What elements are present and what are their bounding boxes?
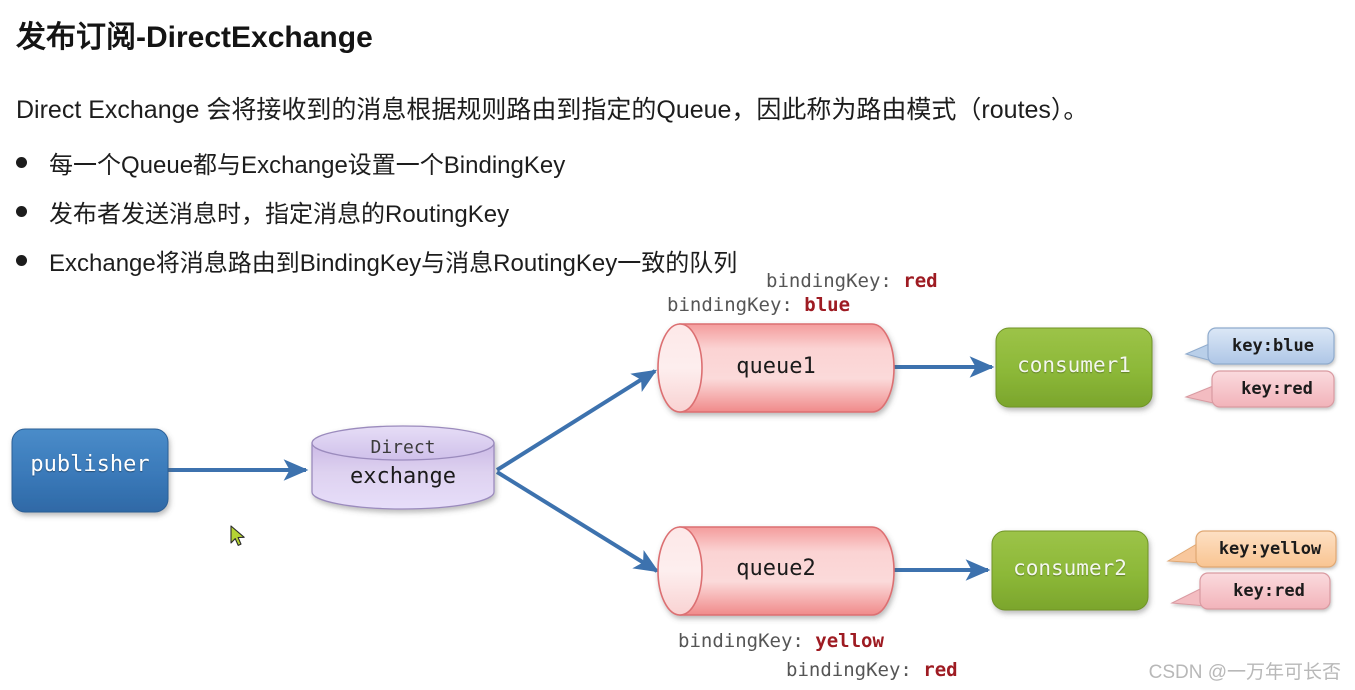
bullet-dot-icon — [16, 206, 27, 217]
bullet-text: 每一个Queue都与Exchange设置一个BindingKey — [49, 152, 566, 179]
callout-label-key-yellow: key:yellow — [1218, 539, 1322, 559]
lead-paragraph: Direct Exchange 会将接收到的消息根据规则路由到指定的Queue，… — [16, 96, 1089, 124]
exchange-label-top: Direct — [370, 437, 436, 458]
watermark: CSDN @一万年可长否 — [1148, 662, 1341, 683]
binding-note-red-top: bindingKey: red — [766, 270, 938, 292]
queue2-label: queue2 — [736, 556, 816, 581]
binding-note-prefix: bindingKey: — [667, 294, 805, 316]
binding-note-value: yellow — [815, 630, 884, 652]
bullet-list: 每一个Queue都与Exchange设置一个BindingKey 发布者发送消息… — [16, 138, 1116, 285]
arrow-exchange-to-queue1 — [495, 369, 658, 472]
bullet-dot-icon — [16, 157, 27, 168]
binding-note-prefix: bindingKey: — [786, 659, 924, 681]
binding-note-blue-top: bindingKey: blue — [667, 294, 850, 316]
page-title: 发布订阅-DirectExchange — [16, 21, 373, 54]
binding-note-yellow-bottom: bindingKey: yellow — [678, 630, 884, 652]
bullet-text: 发布者发送消息时，指定消息的RoutingKey — [49, 201, 510, 228]
exchange-label-main: exchange — [350, 464, 456, 489]
binding-note-value: red — [923, 659, 958, 681]
binding-note-prefix: bindingKey: — [678, 630, 816, 652]
list-item: 发布者发送消息时，指定消息的RoutingKey — [16, 187, 1116, 236]
bullet-dot-icon — [16, 255, 27, 266]
bullet-text: Exchange将消息路由到BindingKey与消息RoutingKey一致的… — [49, 250, 738, 277]
consumer2-label: consumer2 — [1013, 556, 1127, 580]
binding-note-red-bottom: bindingKey: red — [786, 659, 958, 681]
binding-note-value: blue — [804, 294, 851, 316]
list-item: Exchange将消息路由到BindingKey与消息RoutingKey一致的… — [16, 236, 1116, 285]
callout-label-key-red-lower: key:red — [1233, 581, 1305, 601]
queue1-label: queue1 — [736, 354, 816, 379]
binding-note-value: red — [903, 270, 938, 292]
binding-note-prefix: bindingKey: — [766, 270, 904, 292]
list-item: 每一个Queue都与Exchange设置一个BindingKey — [16, 138, 1116, 187]
mouse-cursor-icon — [230, 525, 248, 549]
consumer1-label: consumer1 — [1017, 353, 1131, 377]
callout-label-key-blue: key:blue — [1232, 336, 1314, 356]
callout-label-key-red-upper: key:red — [1241, 379, 1313, 399]
arrow-exchange-to-queue2 — [495, 470, 660, 573]
publisher-label: publisher — [30, 452, 150, 477]
